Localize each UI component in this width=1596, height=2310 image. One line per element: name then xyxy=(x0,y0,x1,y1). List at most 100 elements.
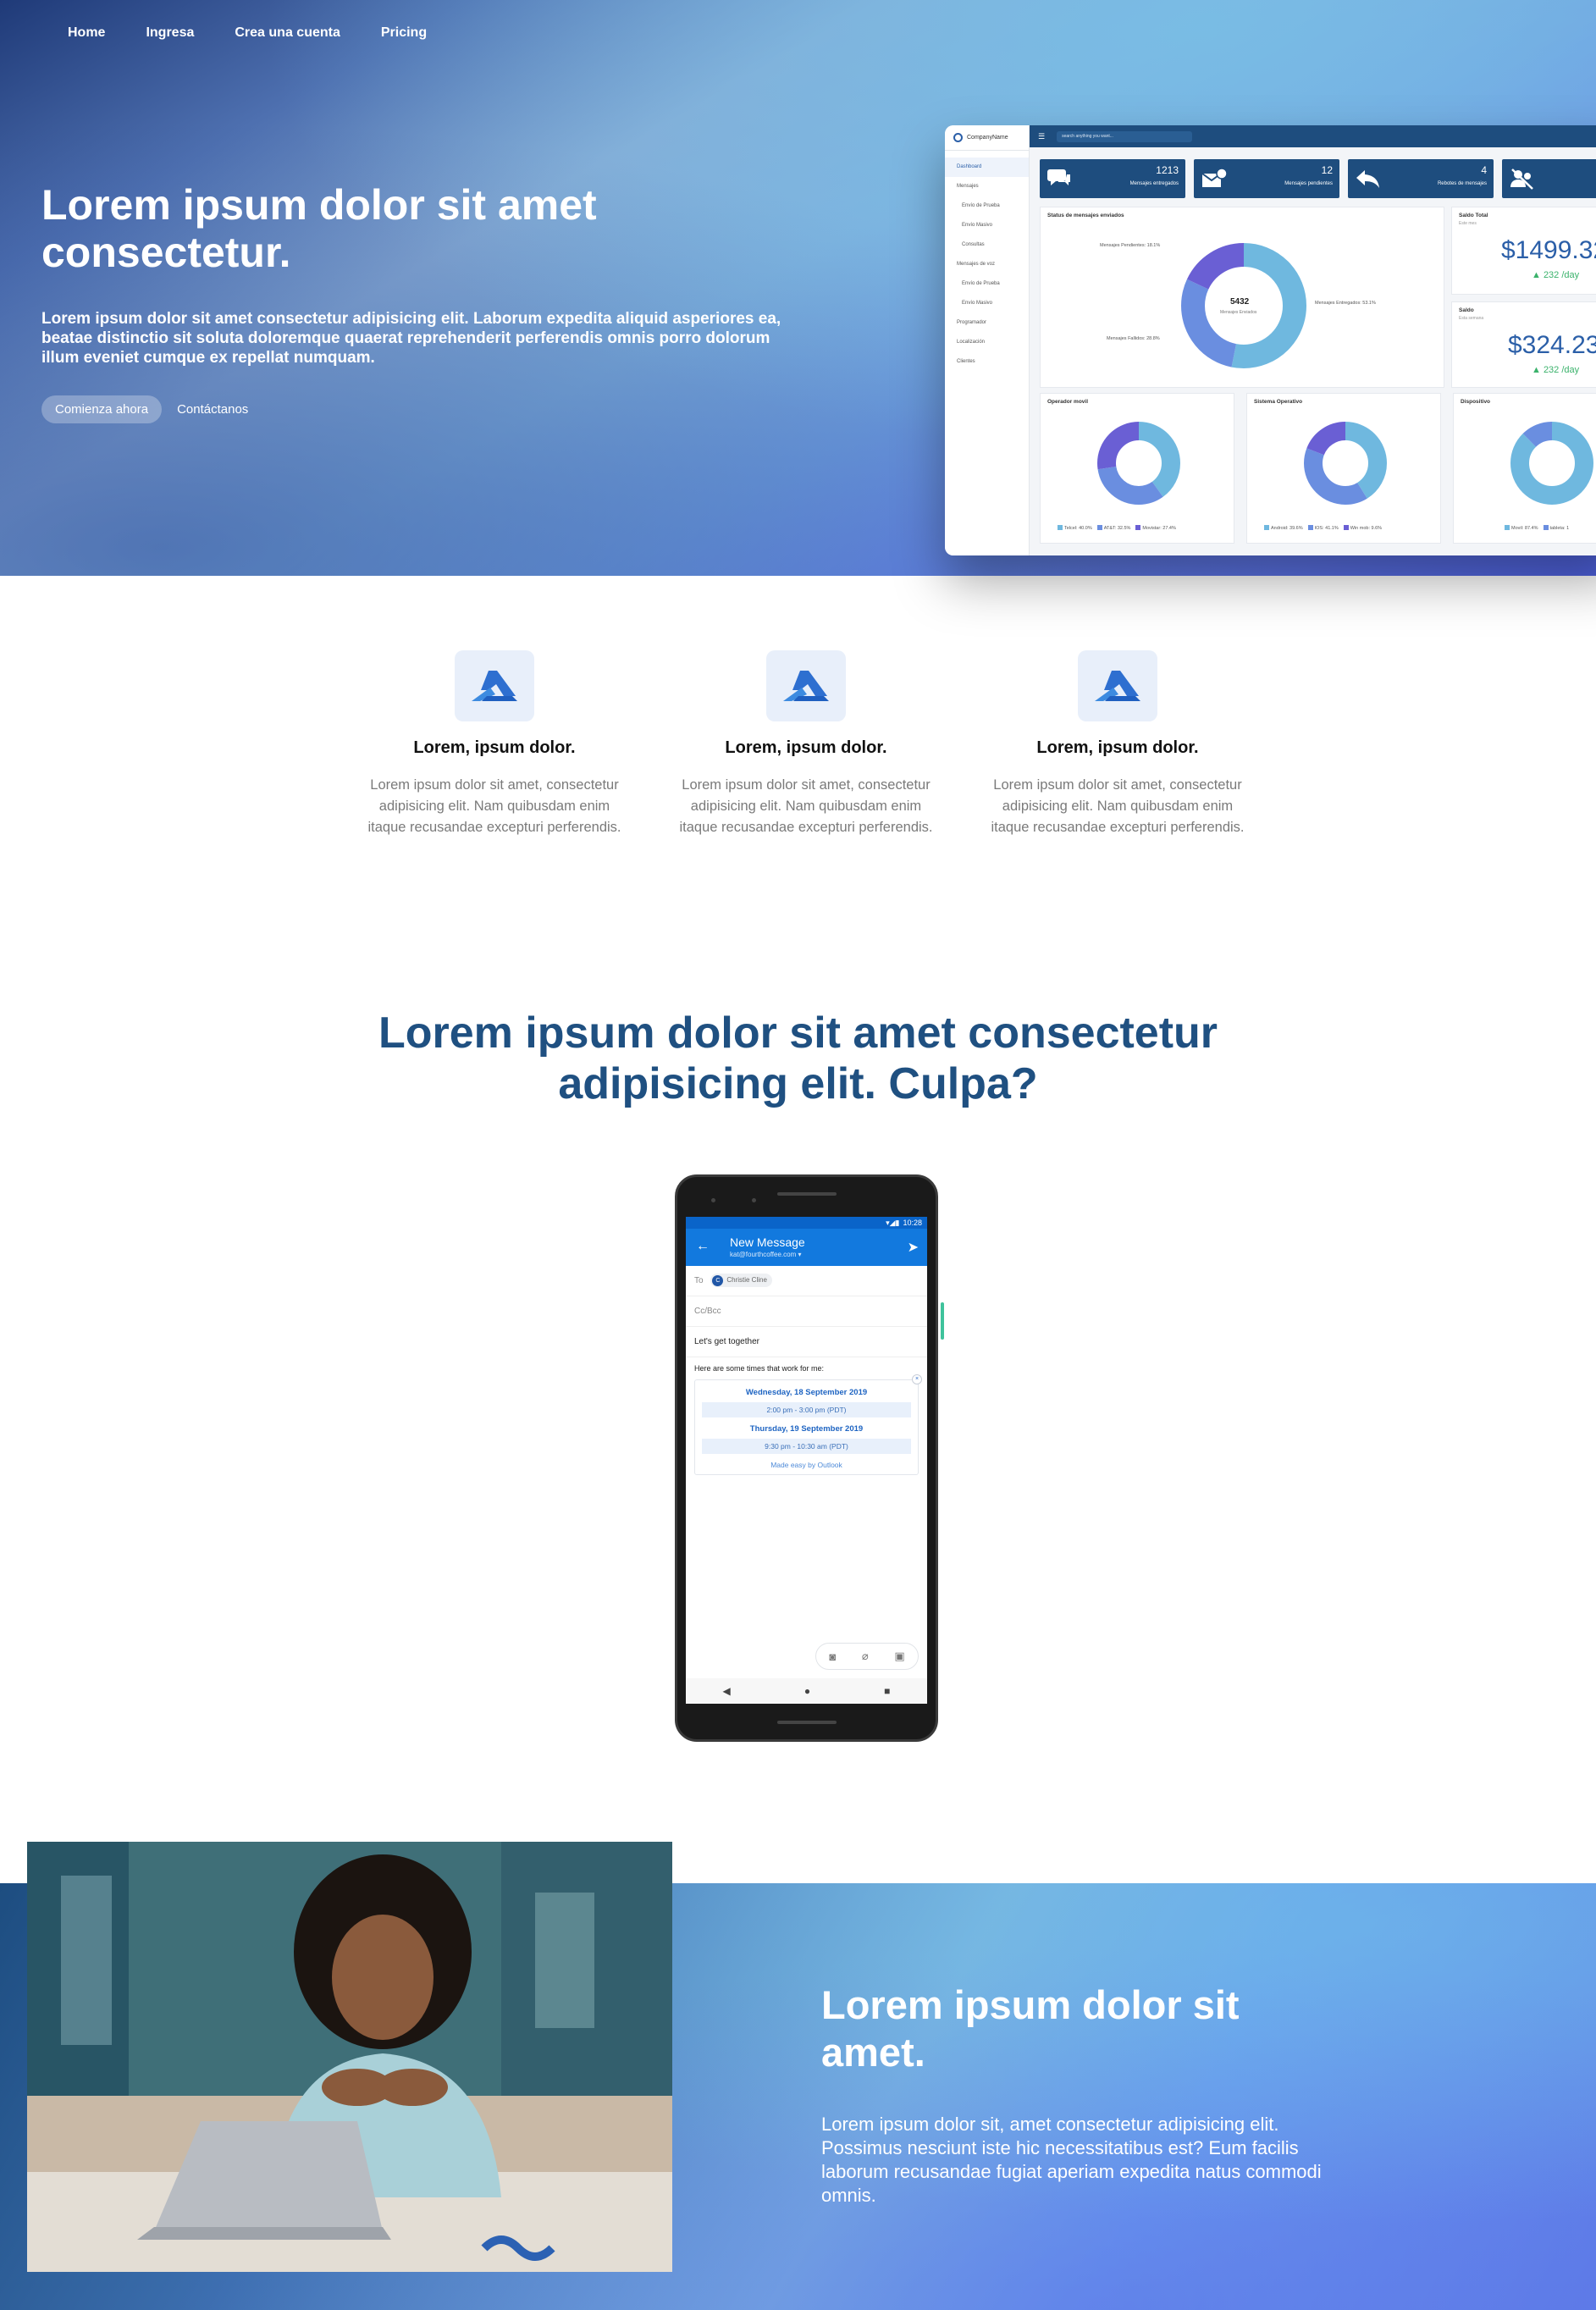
logo-arrow-icon xyxy=(783,671,829,701)
legend-item: AT&T: 32.5% xyxy=(1097,525,1131,531)
compose-app-bar: ← New Message kat@fourthcoffee.com ▾ ➤ xyxy=(686,1229,927,1266)
bottom-text: Lorem ipsum dolor sit, amet consectetur … xyxy=(821,2114,1322,2206)
message-body[interactable]: Here are some times that work for me: × … xyxy=(686,1357,927,1482)
sistema-donut-chart xyxy=(1304,422,1387,505)
calendar-add-icon[interactable]: ▣ xyxy=(894,1650,904,1663)
donut-center-label: Mensajes Enviados xyxy=(1220,310,1257,315)
subject-field[interactable]: Let's get together xyxy=(686,1327,927,1357)
feature-icon-box xyxy=(455,650,534,721)
nav-recents-icon[interactable]: ■ xyxy=(884,1685,890,1697)
cc-field[interactable]: Cc/Bcc xyxy=(686,1296,927,1327)
close-icon[interactable]: × xyxy=(912,1374,922,1384)
nav-home[interactable]: Home xyxy=(68,25,105,41)
legend-item: tableta: 1 xyxy=(1544,525,1570,531)
stat-blocked: Sa xyxy=(1502,159,1596,198)
feature-text: Lorem ipsum dolor sit amet, consectetur … xyxy=(991,777,1245,835)
time-slot[interactable]: 2:00 pm - 3:00 pm (PDT) xyxy=(702,1402,911,1418)
card-title: Sistema Operativo xyxy=(1254,399,1303,405)
hero-title: Lorem ipsum dolor sit amet consectetur. xyxy=(41,181,597,276)
dashboard-preview: CompanyName Dashboard Mensajes Envío de … xyxy=(945,125,1596,555)
feature-icon-box xyxy=(1078,650,1157,721)
menu-clientes: Clientes xyxy=(957,359,975,364)
nav-pricing[interactable]: Pricing xyxy=(381,25,427,41)
nav-ingresa[interactable]: Ingresa xyxy=(146,25,194,41)
time-slot[interactable]: 9:30 pm - 10:30 am (PDT) xyxy=(702,1439,911,1454)
feature-text: Lorem ipsum dolor sit amet, consectetur … xyxy=(367,777,621,835)
status-card: Status de mensajes enviados 5432 Mensaje… xyxy=(1040,207,1444,388)
phone-sensor xyxy=(752,1198,756,1202)
signal-icon: ▾◢▮ xyxy=(886,1218,900,1227)
dashboard-topbar: ☰ search anything you want... xyxy=(1030,125,1596,147)
sistema-legend: Android: 39.6% IOS: 41.1% Win mob: 9.6% xyxy=(1264,525,1382,531)
menu-mensajes-voz: Mensajes de voz xyxy=(957,262,996,267)
nav-home-icon[interactable]: ● xyxy=(804,1685,810,1697)
back-arrow-icon[interactable]: ← xyxy=(696,1239,710,1254)
legend-item: Movistar: 27.4% xyxy=(1135,525,1175,531)
saldo-amount: $324.23 xyxy=(1508,331,1596,359)
woman-laptop-photo xyxy=(27,1842,672,2272)
stat-value: 4 xyxy=(1481,164,1487,176)
compose-title: New Message xyxy=(730,1235,805,1249)
menu-icon: ☰ xyxy=(1038,131,1046,141)
nav-crea-cuenta[interactable]: Crea una cuenta xyxy=(235,25,340,41)
card-title: Saldo xyxy=(1459,307,1474,313)
menu-programador: Programador xyxy=(957,320,987,325)
saldo-total-card: Saldo Total Este mes $1499.32 ▲ 232 /day xyxy=(1451,207,1596,295)
availability-card: × Wednesday, 18 September 2019 2:00 pm -… xyxy=(694,1374,922,1475)
dispositivo-card: Dispositivo Movil: 87.4% tableta: 1 xyxy=(1453,393,1596,544)
operador-legend: Telcel: 40.0% AT&T: 32.5% Movistar: 27.4… xyxy=(1058,525,1176,531)
saldo-total-delta: ▲ 232 /day xyxy=(1532,270,1580,280)
hero-subtitle: Lorem ipsum dolor sit amet consectetur a… xyxy=(41,310,781,367)
users-blocked-icon xyxy=(1510,169,1533,190)
recipient-chip[interactable]: Christie Cline xyxy=(710,1274,772,1288)
menu-envio-masivo: Envío Masivo xyxy=(962,223,993,228)
compose-account[interactable]: kat@fourthcoffee.com ▾ xyxy=(730,1251,801,1258)
woman-laptop-illustration xyxy=(27,1842,672,2272)
phone-camera xyxy=(711,1198,715,1202)
dashboard-search: search anything you want... xyxy=(1057,130,1193,142)
menu-consultas: Consultas xyxy=(962,242,985,247)
camera-icon[interactable]: ◙ xyxy=(829,1650,836,1663)
hero-actions: Comienza ahora Contáctanos xyxy=(41,395,248,423)
donut-center-value: 5432 xyxy=(1230,297,1250,307)
to-field[interactable]: To Christie Cline xyxy=(686,1266,927,1296)
stat-label: Mensajes pendientes xyxy=(1284,181,1333,186)
brand-name: CompanyName xyxy=(967,135,1008,141)
features-section: Lorem, ipsum dolor. Lorem ipsum dolor si… xyxy=(0,650,1596,870)
menu-localizacion: Localización xyxy=(957,340,986,345)
dispositivo-legend: Movil: 87.4% tableta: 1 xyxy=(1505,525,1569,531)
android-nav-bar: ◀ ● ■ xyxy=(686,1678,927,1704)
legend-item: IOS: 41.1% xyxy=(1308,525,1339,531)
nav-back-icon[interactable]: ◀ xyxy=(723,1685,731,1697)
operador-donut-chart xyxy=(1097,422,1180,505)
feature-card: Lorem, ipsum dolor. Lorem ipsum dolor si… xyxy=(671,650,942,838)
send-icon[interactable]: ➤ xyxy=(908,1239,919,1256)
contactanos-link[interactable]: Contáctanos xyxy=(177,402,248,417)
feature-icon-box xyxy=(766,650,846,721)
label-entregados: Mensajes Entregados: 53.1% xyxy=(1315,301,1376,306)
feature-title: Lorem, ipsum dolor. xyxy=(725,738,887,757)
company-logo-icon xyxy=(953,133,963,142)
stat-value: 1213 xyxy=(1156,164,1179,176)
card-title: Operador movil xyxy=(1047,399,1089,405)
stat-value: 12 xyxy=(1321,164,1333,176)
stat-label: Mensajes entregados xyxy=(1129,181,1179,186)
stat-rebotes: 4 Rebotes de mensajes xyxy=(1348,159,1494,198)
day-heading: Wednesday, 18 September 2019 xyxy=(745,1388,868,1397)
dashboard-brand: CompanyName xyxy=(945,125,1029,151)
feature-title: Lorem, ipsum dolor. xyxy=(1036,738,1199,757)
feature-title: Lorem, ipsum dolor. xyxy=(413,738,576,757)
legend-item: Telcel: 40.0% xyxy=(1058,525,1092,531)
label-pendientes: Mensajes Pendientes: 18.1% xyxy=(1100,243,1161,248)
stat-pendientes: 12 Mensajes pendientes xyxy=(1194,159,1339,198)
to-label: To xyxy=(694,1276,704,1285)
status-time: 10:28 xyxy=(903,1219,922,1227)
menu-envio-prueba: Envío de Prueba xyxy=(962,203,1000,208)
pending-mail-icon xyxy=(1201,168,1228,187)
attach-icon[interactable]: ⌀ xyxy=(862,1650,869,1663)
dashboard-menu: Dashboard Mensajes Envío de Prueba Envío… xyxy=(945,151,1029,372)
feature-card: Lorem, ipsum dolor. Lorem ipsum dolor si… xyxy=(359,650,630,838)
comienza-ahora-button[interactable]: Comienza ahora xyxy=(41,395,163,423)
label-fallidos: Mensajes Fallidos: 28.8% xyxy=(1107,336,1160,341)
phone-side-button xyxy=(941,1302,944,1340)
